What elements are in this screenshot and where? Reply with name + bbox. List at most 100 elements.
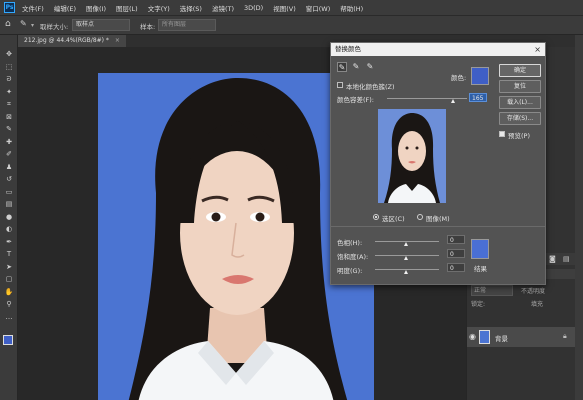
options-bar: ⌂ ✎ ▾ 取样大小: 取样点 样本: 所有图层 bbox=[0, 15, 583, 35]
sample-label: 样本: bbox=[140, 23, 156, 31]
pen-tool-icon[interactable]: ✒ bbox=[4, 238, 14, 246]
lightness-label: 明度(G): bbox=[337, 267, 363, 275]
blend-mode-select[interactable]: 正常 bbox=[471, 285, 513, 296]
marquee-tool-icon[interactable]: ⬚ bbox=[4, 63, 14, 71]
fuzziness-input[interactable]: 165 bbox=[469, 93, 487, 102]
eyedropper-tool-icon[interactable]: ✎ bbox=[4, 125, 14, 133]
quick-select-tool-icon[interactable]: ✦ bbox=[4, 88, 14, 96]
replace-color-dialog: 替换颜色 × ✎ ✎ ✎ 本地化颜色簇(Z) 颜色: 颜色容差(F): 165 … bbox=[330, 42, 546, 285]
frame-tool-icon[interactable]: ⊠ bbox=[4, 113, 14, 121]
color-swatch[interactable] bbox=[471, 67, 489, 85]
menu-item[interactable]: 编辑(E) bbox=[54, 3, 76, 13]
menu-item[interactable]: 窗口(W) bbox=[306, 3, 331, 13]
localized-clusters-label: 本地化颜色簇(Z) bbox=[346, 83, 395, 91]
result-label: 结果 bbox=[474, 265, 487, 273]
history-brush-tool-icon[interactable]: ↺ bbox=[4, 175, 14, 183]
fuzziness-slider[interactable] bbox=[387, 98, 467, 99]
sample-size-select[interactable]: 取样点 bbox=[72, 19, 130, 31]
menu-bar: Ps 文件(F) 编辑(E) 图像(I) 图层(L) 文字(Y) 选择(S) 滤镜(T) 3D… bbox=[0, 0, 583, 15]
hue-input[interactable]: 0 bbox=[447, 235, 465, 244]
close-icon[interactable]: × bbox=[534, 43, 541, 56]
preview-checkbox[interactable] bbox=[499, 131, 505, 137]
color-label: 颜色: bbox=[451, 74, 467, 82]
path-select-tool-icon[interactable]: ➤ bbox=[4, 263, 14, 271]
fuzziness-slider-thumb[interactable] bbox=[450, 99, 455, 103]
eyedropper-icon[interactable]: ✎ bbox=[337, 62, 347, 72]
document-tab-title: 212.jpg @ 44.4%(RGB/8#) * bbox=[24, 37, 109, 44]
zoom-tool-icon[interactable]: ⚲ bbox=[4, 300, 14, 308]
hand-tool-icon[interactable]: ✋ bbox=[4, 288, 14, 296]
delete-icon[interactable]: ▤ bbox=[563, 255, 570, 263]
foreground-color-swatch[interactable] bbox=[3, 335, 13, 345]
type-tool-icon[interactable]: T bbox=[4, 250, 14, 258]
load-button[interactable]: 载入(L)... bbox=[499, 96, 541, 109]
lock-icon: 🔒︎ bbox=[563, 332, 567, 340]
more-tools-icon[interactable]: … bbox=[4, 313, 14, 321]
dialog-titlebar: 替换颜色 × bbox=[331, 43, 545, 56]
hue-label: 色相(H): bbox=[337, 239, 363, 247]
hue-slider-thumb[interactable] bbox=[404, 242, 408, 246]
move-tool-icon[interactable]: ✥ bbox=[4, 50, 14, 58]
tool-preset-dropdown-icon[interactable]: ▾ bbox=[31, 22, 34, 29]
menu-item[interactable]: 文件(F) bbox=[22, 3, 44, 13]
home-icon[interactable]: ⌂ bbox=[5, 19, 11, 29]
eyedropper-minus-icon[interactable]: ✎ bbox=[365, 62, 375, 72]
shape-tool-icon[interactable]: ▢ bbox=[4, 275, 14, 283]
image-radio[interactable] bbox=[417, 214, 423, 220]
panel-collapse-strip bbox=[575, 35, 583, 400]
result-swatch[interactable] bbox=[471, 239, 489, 259]
saturation-label: 饱和度(A): bbox=[337, 253, 369, 261]
menu-item[interactable]: 3D(D) bbox=[244, 4, 263, 12]
fuzziness-label: 颜色容差(F): bbox=[337, 96, 375, 104]
selection-radio-label: 选区(C) bbox=[382, 215, 405, 223]
tools-panel: ✥ ⬚ ᘐ ✦ ⌗ ⊠ ✎ ✚ ✐ ♟ ↺ ▭ ▤ ● ◐ ✒ T ➤ ▢ ✋ ⚲ … bbox=[0, 35, 18, 400]
lasso-tool-icon[interactable]: ᘐ bbox=[4, 75, 14, 83]
eyedropper-plus-icon[interactable]: ✎ bbox=[351, 62, 361, 72]
saturation-slider-thumb[interactable] bbox=[404, 256, 408, 260]
stamp-tool-icon[interactable]: ♟ bbox=[4, 163, 14, 171]
dialog-title: 替换颜色 bbox=[335, 45, 361, 53]
divider bbox=[331, 226, 545, 227]
blur-tool-icon[interactable]: ● bbox=[4, 213, 14, 221]
menu-item[interactable]: 滤镜(T) bbox=[212, 3, 234, 13]
sample-select[interactable]: 所有图层 bbox=[158, 19, 216, 31]
eye-icon[interactable]: ◉ bbox=[469, 332, 476, 341]
saturation-input[interactable]: 0 bbox=[447, 249, 465, 258]
dodge-tool-icon[interactable]: ◐ bbox=[4, 225, 14, 233]
opacity-label: 不透明度 bbox=[521, 288, 546, 295]
selection-preview bbox=[378, 109, 446, 203]
camera-icon[interactable]: ◙ bbox=[549, 255, 556, 263]
layer-name: 背景 bbox=[495, 335, 508, 343]
document-tab[interactable]: 212.jpg @ 44.4%(RGB/8#) * × bbox=[18, 35, 126, 47]
save-button[interactable]: 存储(S)... bbox=[499, 112, 541, 125]
menu-item[interactable]: 帮助(H) bbox=[340, 3, 363, 13]
gradient-tool-icon[interactable]: ▤ bbox=[4, 200, 14, 208]
healing-tool-icon[interactable]: ✚ bbox=[4, 138, 14, 146]
close-tab-icon[interactable]: × bbox=[115, 37, 120, 44]
reset-button[interactable]: 复位 bbox=[499, 80, 541, 93]
crop-tool-icon[interactable]: ⌗ bbox=[4, 100, 14, 108]
ok-button[interactable]: 确定 bbox=[499, 64, 541, 77]
preview-label: 预览(P) bbox=[508, 132, 530, 140]
layer-thumbnail bbox=[479, 330, 490, 344]
lightness-slider-thumb[interactable] bbox=[404, 270, 408, 274]
menu-item[interactable]: 图层(L) bbox=[116, 3, 138, 13]
lock-label: 锁定: bbox=[471, 301, 486, 308]
layer-row[interactable]: ◉ 背景 🔒︎ bbox=[467, 327, 575, 347]
menu-item[interactable]: 视图(V) bbox=[273, 3, 296, 13]
selection-preview-image bbox=[378, 109, 446, 203]
localized-clusters-checkbox[interactable] bbox=[337, 82, 343, 88]
fill-label: 填充 bbox=[531, 301, 544, 308]
eyedropper-tool-icon[interactable]: ✎ bbox=[20, 19, 27, 28]
sample-size-label: 取样大小: bbox=[40, 23, 69, 31]
menu-item[interactable]: 文字(Y) bbox=[148, 3, 170, 13]
menu-item[interactable]: 图像(I) bbox=[86, 3, 106, 13]
brush-tool-icon[interactable]: ✐ bbox=[4, 150, 14, 158]
selection-radio[interactable] bbox=[373, 214, 379, 220]
menu-list: 文件(F) 编辑(E) 图像(I) 图层(L) 文字(Y) 选择(S) 滤镜(T) 3D(D)… bbox=[22, 0, 363, 15]
image-radio-label: 图像(M) bbox=[426, 215, 450, 223]
lightness-input[interactable]: 0 bbox=[447, 263, 465, 272]
menu-item[interactable]: 选择(S) bbox=[180, 3, 202, 13]
eraser-tool-icon[interactable]: ▭ bbox=[4, 188, 14, 196]
photoshop-logo: Ps bbox=[4, 2, 15, 13]
